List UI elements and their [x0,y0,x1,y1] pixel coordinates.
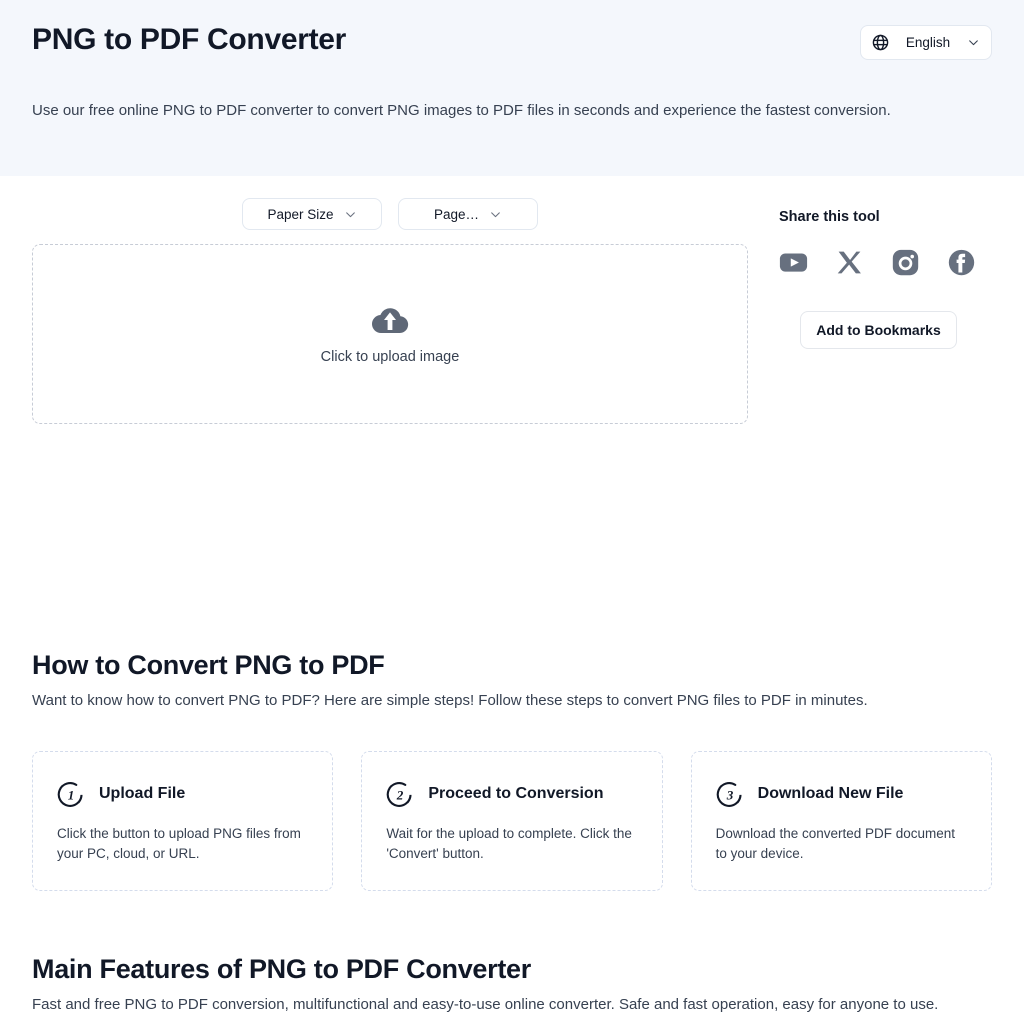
step-header: 1 Upload File [57,780,308,808]
svg-text:2: 2 [396,787,404,802]
step-title: Upload File [99,785,186,802]
step-description: Click the button to upload PNG files fro… [57,826,301,861]
instagram-icon[interactable] [891,248,920,277]
page-orientation-select[interactable]: Page… [398,198,538,230]
facebook-icon[interactable] [947,248,976,277]
share-title: Share this tool [779,209,880,225]
step-number-3-icon: 3 [716,782,742,807]
howto-heading: How to Convert PNG to PDF [32,650,385,680]
svg-text:3: 3 [725,787,733,802]
step-title: Download New File [757,785,904,802]
converter-options: Paper Size Page… [32,198,748,230]
step-card: 3 Download New File Download the convert… [690,751,992,891]
step-header: 3 Download New File [716,780,967,808]
add-to-bookmarks-button[interactable]: Add to Bookmarks [800,311,957,349]
chevron-down-icon [345,211,355,217]
globe-icon [872,34,889,51]
youtube-icon[interactable] [779,248,808,277]
features-section: Main Features of PNG to PDF Converter Fa… [32,952,992,1024]
page-subtitle: Use our free online PNG to PDF converter… [32,102,891,119]
features-heading: Main Features of PNG to PDF Converter [32,954,531,984]
chevron-down-icon [491,211,500,217]
language-label: English [905,35,951,50]
paper-size-label: Paper Size [267,206,334,222]
x-twitter-icon[interactable] [835,248,864,277]
step-card: 1 Upload File Click the button to upload… [32,751,334,891]
page-header: PNG to PDF Converter English Use our fre… [0,0,1024,176]
step-number-1-icon: 1 [57,782,83,807]
paper-size-select[interactable]: Paper Size [242,198,382,230]
upload-dropzone-label: Click to upload image [320,349,460,365]
step-description: Wait for the upload to complete. Click t… [386,826,632,861]
howto-intro: Want to know how to convert PNG to PDF? … [32,692,868,709]
share-panel: Share this tool Add to Bookmarks [779,209,993,349]
svg-text:1: 1 [68,787,75,802]
howto-steps: 1 Upload File Click the button to upload… [32,751,992,891]
social-links [779,248,993,277]
language-selector[interactable]: English [860,25,992,60]
chevron-down-icon [969,40,978,46]
converter-panel: Paper Size Page… Click to upload image [32,198,748,424]
page-orientation-label: Page… [433,206,480,222]
step-card: 2 Proceed to Conversion Wait for the upl… [361,751,663,891]
step-title: Proceed to Conversion [428,785,604,802]
upload-dropzone[interactable]: Click to upload image [32,244,748,424]
howto-section: How to Convert PNG to PDF Want to know h… [32,648,992,891]
cloud-upload-icon [371,308,409,334]
features-intro: Fast and free PNG to PDF conversion, mul… [32,996,939,1013]
step-description: Download the converted PDF document to y… [715,826,956,861]
page-title: PNG to PDF Converter [32,23,347,56]
step-number-2-icon: 2 [387,782,412,807]
step-header: 2 Proceed to Conversion [386,780,637,808]
